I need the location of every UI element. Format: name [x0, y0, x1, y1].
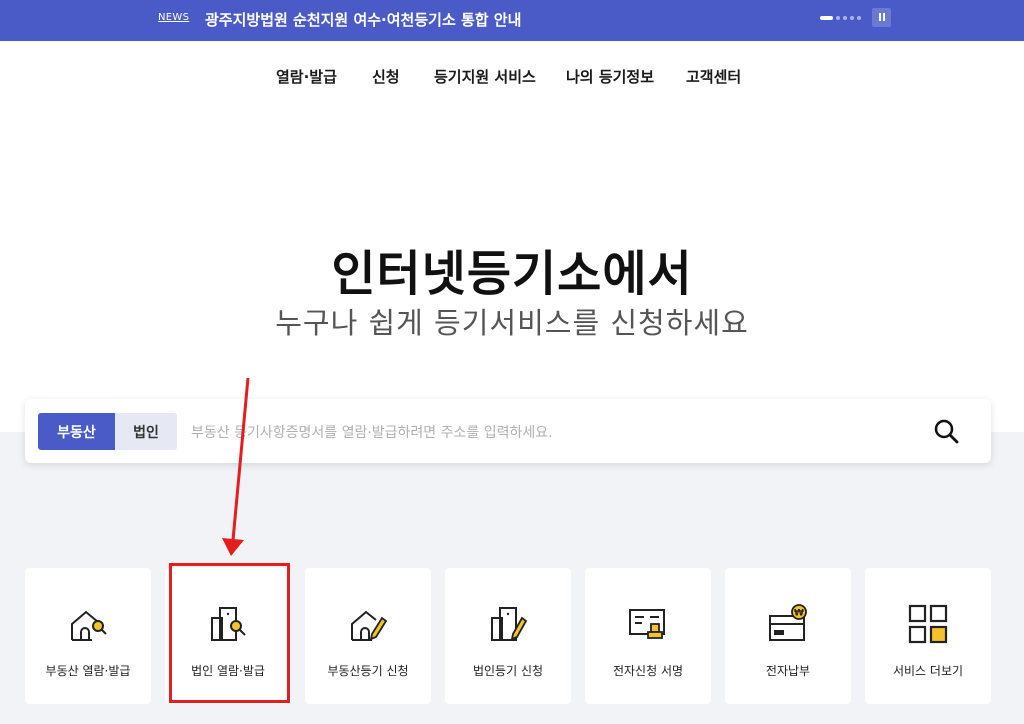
nav-item-view-issue[interactable]: 열람·발급	[276, 66, 337, 87]
grid-more-icon	[908, 604, 948, 644]
news-tag[interactable]: NEWS	[158, 12, 189, 23]
service-label: 법인등기 신청	[472, 664, 544, 678]
document-stamp-icon	[629, 609, 665, 639]
service-card-real-estate-apply[interactable]: 부동산등기 신청	[305, 568, 431, 704]
wallet-won-icon: ₩	[769, 604, 807, 641]
tab-corporation[interactable]: 법인	[115, 413, 177, 450]
slide-dot[interactable]	[857, 16, 861, 20]
service-label: 부동산 열람·발급	[45, 664, 131, 678]
slide-dot-active[interactable]	[820, 16, 833, 20]
hero-title: 인터넷등기소에서	[331, 246, 693, 302]
search-input[interactable]: 부동산 등기사항증명서를 열람·발급하려면 주소를 입력하세요.	[191, 422, 553, 442]
service-card-more[interactable]: 서비스 더보기	[865, 568, 991, 704]
building-edit-icon	[491, 607, 528, 641]
main-nav: 열람·발급 신청 등기지원 서비스 나의 등기정보 고객센터	[0, 66, 1024, 88]
service-card-e-payment[interactable]: ₩ 전자납부	[725, 568, 851, 704]
service-card-real-estate-view[interactable]: 부동산 열람·발급	[25, 568, 151, 704]
service-label: 부동산등기 신청	[327, 664, 409, 678]
hero-subtitle: 누구나 쉽게 등기서비스를 신청하세요	[275, 306, 749, 340]
svg-text:₩: ₩	[794, 609, 804, 619]
service-label: 전자납부	[765, 664, 811, 678]
house-search-icon	[71, 610, 107, 641]
pause-icon	[883, 13, 885, 21]
service-card-corporation-apply[interactable]: 법인등기 신청	[445, 568, 571, 704]
service-card-e-signature[interactable]: 전자신청 서명	[585, 568, 711, 704]
annotation-highlight-box	[169, 563, 290, 703]
service-label: 전자신청 서명	[612, 664, 684, 678]
nav-item-my-info[interactable]: 나의 등기정보	[566, 66, 654, 87]
search-icon	[934, 419, 959, 444]
nav-item-customer-center[interactable]: 고객센터	[686, 66, 741, 87]
news-headline-link[interactable]: 광주지방법원 순천지원 여수·여천등기소 통합 안내	[205, 9, 521, 30]
house-edit-icon	[351, 610, 388, 641]
slide-dot[interactable]	[843, 16, 847, 20]
nav-item-apply[interactable]: 신청	[372, 66, 400, 87]
slide-dot[interactable]	[836, 16, 840, 20]
pause-button[interactable]	[872, 8, 891, 27]
slide-indicator[interactable]	[820, 16, 861, 20]
service-label: 서비스 더보기	[892, 664, 964, 678]
slide-dot[interactable]	[850, 16, 854, 20]
tab-real-estate[interactable]: 부동산	[38, 413, 115, 450]
nav-item-support[interactable]: 등기지원 서비스	[434, 66, 536, 87]
search-box: 부동산 법인 부동산 등기사항증명서를 열람·발급하려면 주소를 입력하세요.	[25, 399, 991, 463]
pause-icon	[879, 13, 881, 21]
notice-bar: NEWS 광주지방법원 순천지원 여수·여천등기소 통합 안내	[0, 0, 1024, 41]
search-button[interactable]	[931, 416, 961, 446]
